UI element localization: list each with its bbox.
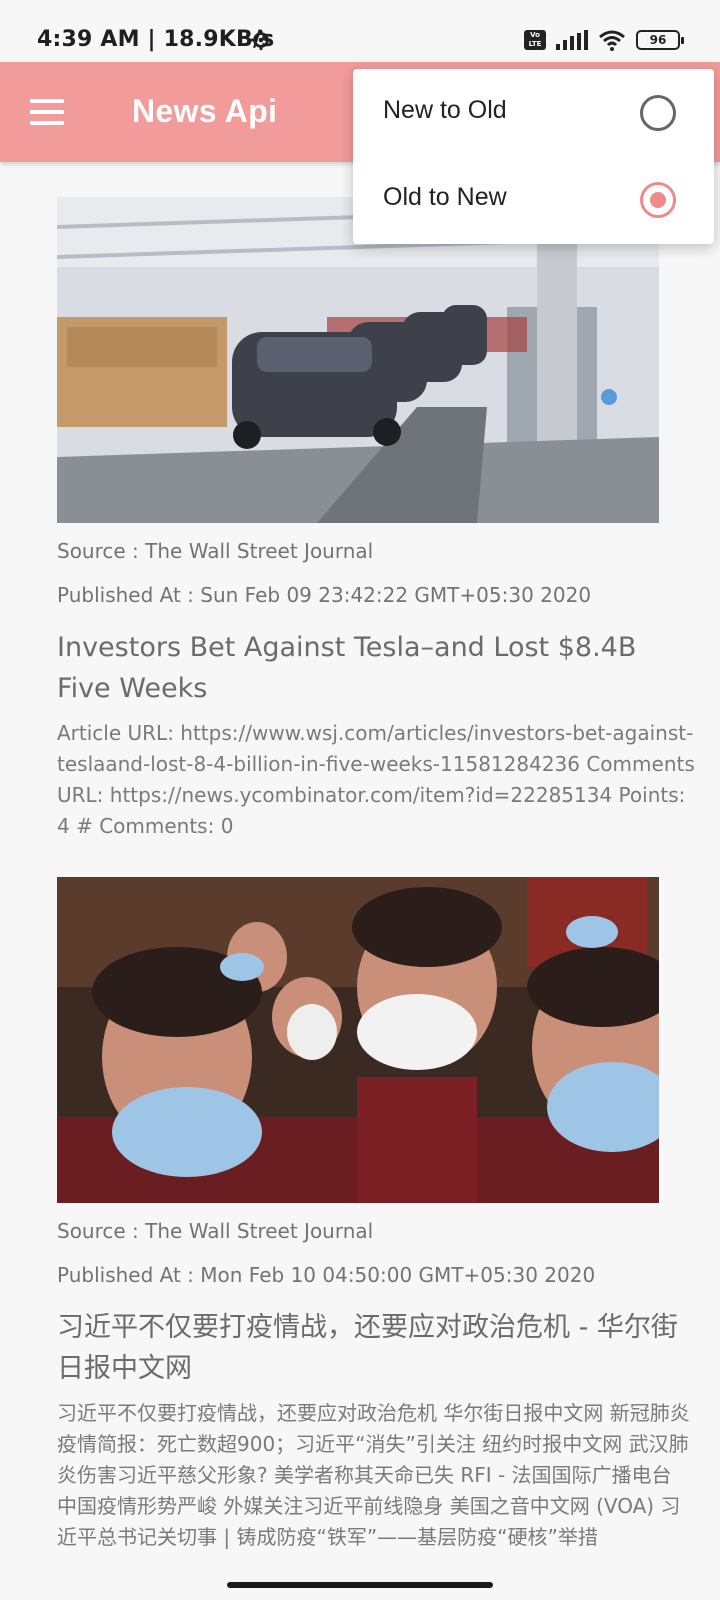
article-published: Published At : Sun Feb 09 23:42:22 GMT+0… bbox=[57, 583, 592, 607]
article-published: Published At : Mon Feb 10 04:50:00 GMT+0… bbox=[57, 1263, 596, 1287]
article-source: Source : The Wall Street Journal bbox=[57, 539, 374, 563]
sort-option-label: New to Old bbox=[383, 96, 507, 124]
news-card[interactable]: Source : The Wall Street Journal Publish… bbox=[57, 197, 697, 842]
app-title: News Api bbox=[132, 93, 278, 129]
masked-crowd-photo-icon bbox=[57, 877, 659, 1203]
news-list[interactable]: Source : The Wall Street Journal Publish… bbox=[0, 162, 720, 1600]
status-time-speed: 4:39 AM | 18.9KB/s bbox=[37, 27, 275, 52]
volte-icon: Vo LTE bbox=[524, 30, 546, 50]
sort-option-new-to-old[interactable]: New to Old bbox=[353, 69, 714, 157]
signal-icon bbox=[556, 30, 588, 50]
news-card[interactable]: Source : The Wall Street Journal Publish… bbox=[57, 877, 697, 1598]
sort-popup-menu: New to Old Old to New bbox=[353, 69, 714, 244]
tesla-factory-photo-icon bbox=[57, 197, 659, 523]
battery-icon: 96 bbox=[636, 30, 684, 50]
radio-checked-icon[interactable] bbox=[640, 182, 676, 218]
article-title[interactable]: 习近平不仅要打疫情战，还要应对政治危机 - 华尔街日报中文网 bbox=[57, 1307, 697, 1389]
sort-option-label: Old to New bbox=[383, 183, 507, 211]
article-title[interactable]: Investors Bet Against Tesla–and Lost $8.… bbox=[57, 627, 697, 709]
article-description: 习近平不仅要打疫情战，还要应对政治危机 华尔街日报中文网 新冠肺炎疫情简报：死亡… bbox=[57, 1401, 690, 1549]
radio-unchecked-icon[interactable] bbox=[640, 95, 676, 131]
home-indicator[interactable] bbox=[227, 1582, 493, 1588]
status-icons: Vo LTE 96 bbox=[524, 29, 684, 51]
sort-option-old-to-new[interactable]: Old to New bbox=[353, 156, 714, 244]
wifi-icon bbox=[599, 30, 625, 51]
hamburger-menu-icon[interactable] bbox=[22, 88, 72, 136]
article-source: Source : The Wall Street Journal bbox=[57, 1219, 374, 1243]
settings-gear-icon bbox=[250, 29, 272, 51]
status-bar: 4:39 AM | 18.9KB/s Vo LTE 96 bbox=[0, 0, 720, 62]
article-description: Article URL: https://www.wsj.com/article… bbox=[57, 721, 695, 838]
